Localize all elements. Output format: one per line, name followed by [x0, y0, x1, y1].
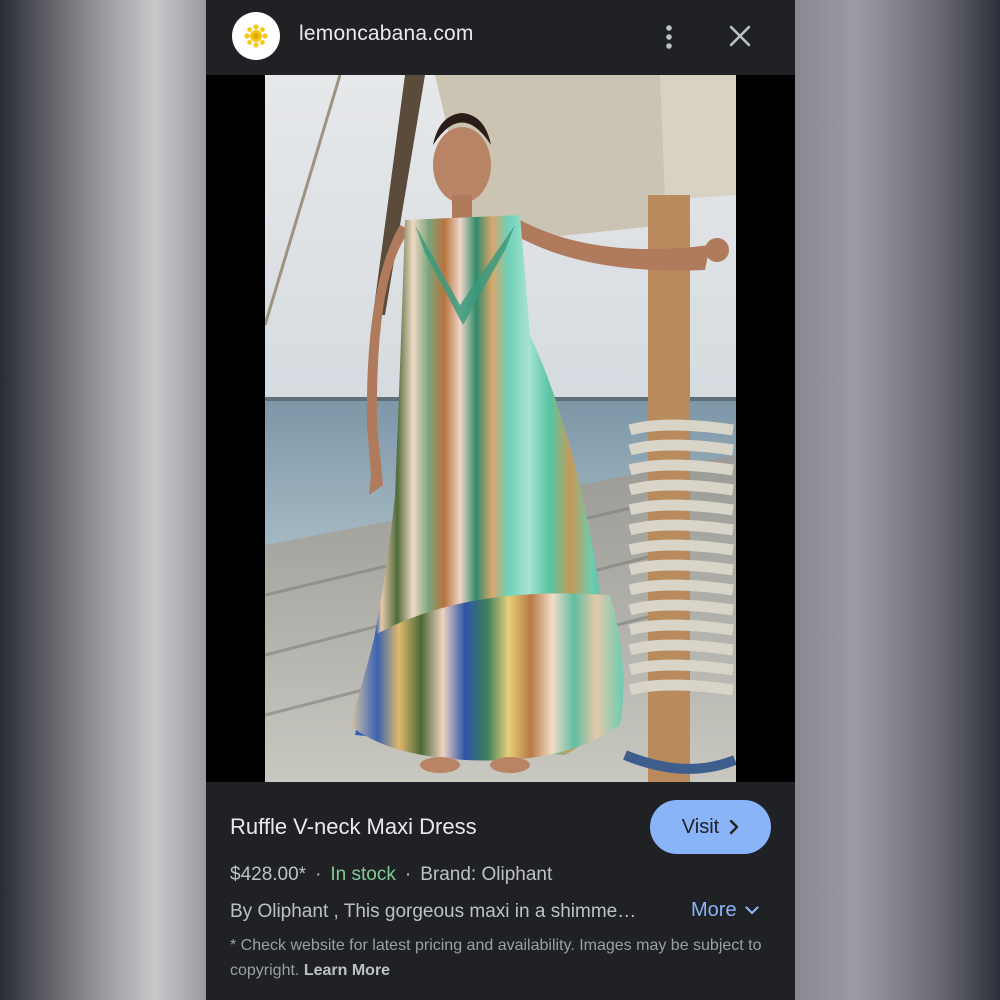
background-left	[0, 0, 206, 1000]
background-right	[795, 0, 1000, 1000]
product-info: Ruffle V-neck Maxi Dress Visit $428.00* ·…	[206, 782, 795, 1000]
stock-status: In stock	[330, 864, 396, 885]
image-viewer	[206, 75, 795, 782]
product-meta: $428.00* · In stock · Brand: Oliphant	[230, 864, 552, 886]
product-title: Ruffle V-neck Maxi Dress	[230, 814, 477, 839]
product-brand: Brand: Oliphant	[420, 864, 553, 885]
visit-label: Visit	[681, 815, 720, 838]
site-name[interactable]: lemoncabana.com	[299, 22, 474, 46]
close-button[interactable]	[722, 18, 758, 54]
learn-more-link[interactable]: Learn More	[304, 962, 390, 979]
disclaimer: * Check website for latest pricing and a…	[230, 933, 770, 983]
more-button[interactable]: More	[691, 899, 759, 922]
chevron-down-icon	[744, 906, 759, 915]
header: lemoncabana.com	[206, 0, 795, 75]
site-favicon[interactable]	[232, 12, 280, 60]
separator-dot: ·	[404, 864, 412, 885]
product-image[interactable]	[265, 75, 736, 782]
dress-photo-illustration	[265, 75, 736, 782]
close-icon	[729, 25, 751, 47]
separator-dot: ·	[315, 864, 322, 885]
visit-button[interactable]: Visit	[650, 800, 771, 854]
more-options-button[interactable]	[656, 20, 682, 54]
more-label: More	[691, 899, 737, 921]
product-description: By Oliphant , This gorgeous maxi in a sh…	[230, 901, 770, 923]
lemon-flower-icon	[244, 24, 268, 48]
more-vertical-icon	[666, 25, 672, 49]
product-price: $428.00*	[230, 864, 307, 885]
preview-panel: lemoncabana.com Ruffle V-neck Maxi Dress…	[206, 0, 795, 1000]
description-text: By Oliphant , This gorgeous maxi in a sh…	[230, 901, 637, 922]
chevron-right-icon	[730, 819, 739, 835]
